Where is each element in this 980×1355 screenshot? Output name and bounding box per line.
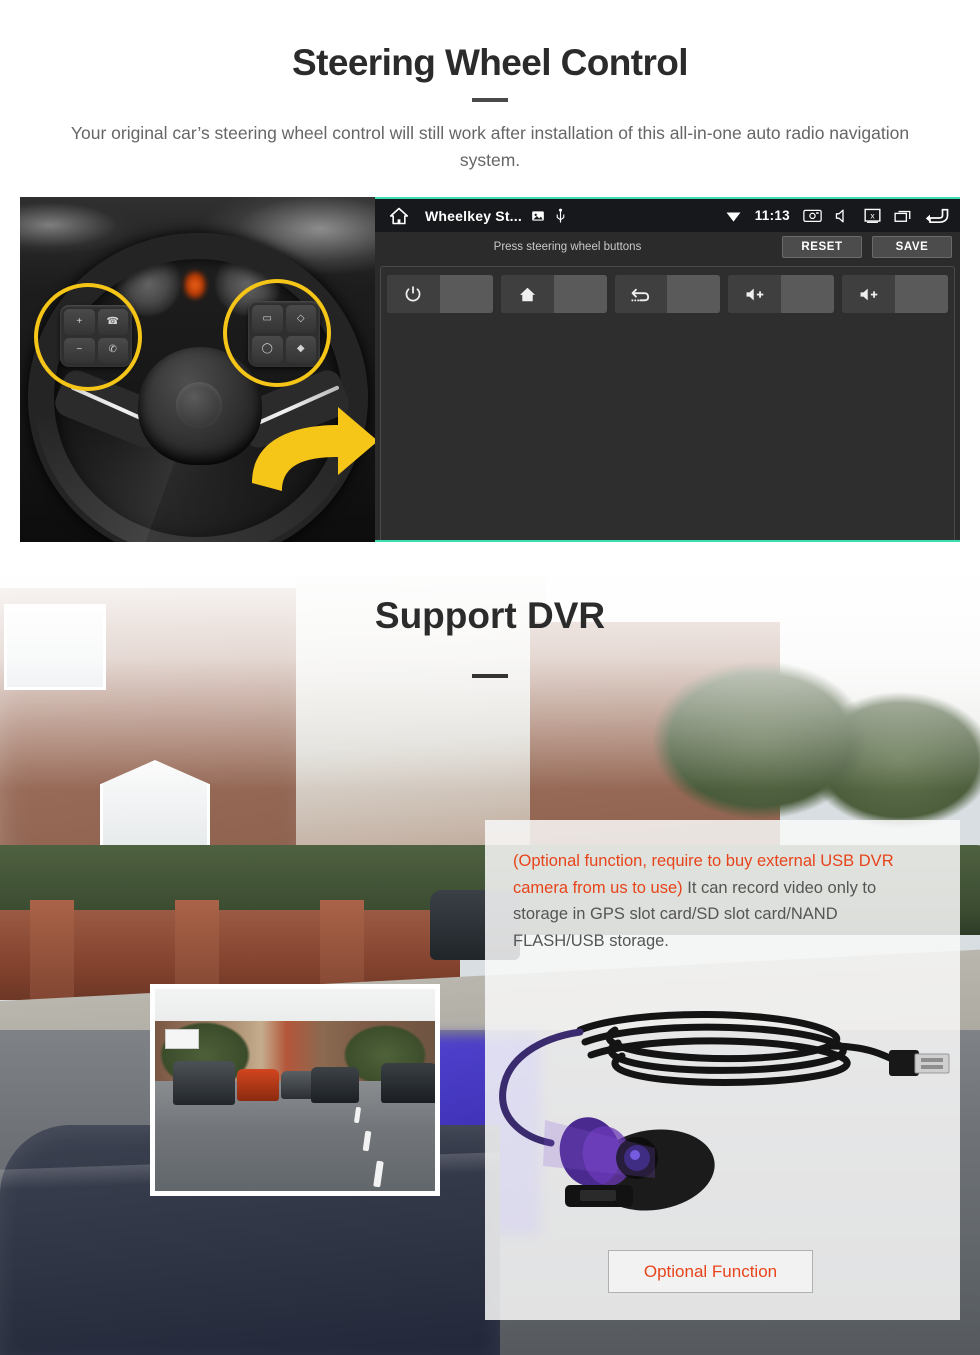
- title-underline-rule: [472, 98, 508, 102]
- inset-sign: [165, 1029, 199, 1049]
- volume-up-key-1[interactable]: [728, 275, 835, 313]
- brick-pillar: [30, 900, 74, 1010]
- usb-dvr-camera-photo: [485, 980, 960, 1235]
- save-button[interactable]: SAVE: [872, 236, 952, 258]
- action-buttons-group: RESET SAVE: [782, 236, 952, 258]
- highlight-circle-right: [223, 279, 331, 387]
- power-key[interactable]: [387, 275, 493, 313]
- back-icon[interactable]: [925, 206, 950, 225]
- inset-car-dark: [311, 1067, 359, 1103]
- mute-icon[interactable]: [835, 208, 851, 224]
- svg-text:x: x: [870, 210, 875, 220]
- android-action-bar: Press steering wheel buttons RESET SAVE: [375, 232, 960, 262]
- volume-up-key-2[interactable]: [842, 275, 948, 313]
- power-icon: [387, 275, 440, 313]
- dvr-info-panel: (Optional function, require to buy exter…: [485, 820, 960, 1320]
- android-wheelkey-study-screen: Wheelkey St... 11:13 x Press steering wh…: [375, 197, 960, 542]
- inset-car-suv: [173, 1061, 235, 1105]
- volume-up-key-1-value[interactable]: [781, 275, 835, 313]
- wheelkey-mapping-area: [380, 266, 955, 540]
- reset-button[interactable]: RESET: [782, 236, 862, 258]
- home-key[interactable]: [500, 275, 607, 313]
- yellow-arrow-icon: [252, 407, 375, 491]
- home-icon: [500, 275, 554, 313]
- home-key-value[interactable]: [553, 275, 607, 313]
- dvr-section-title: Support DVR: [374, 595, 606, 636]
- clock: 11:13: [754, 208, 790, 223]
- wifi-icon: [725, 209, 742, 223]
- android-app-title: Wheelkey St...: [425, 207, 522, 224]
- dvr-note: (Optional function, require to buy exter…: [513, 848, 932, 955]
- image-icon: [531, 209, 545, 223]
- key-mapping-row: [387, 275, 948, 313]
- inset-car-grey: [281, 1071, 315, 1099]
- power-key-value[interactable]: [439, 275, 493, 313]
- steering-wheel-control-section: Steering Wheel Control Your original car…: [0, 0, 980, 560]
- status-bar-right-group: 11:13 x: [725, 206, 950, 225]
- back-dotted-icon: [614, 275, 668, 313]
- android-status-bar: Wheelkey St... 11:13 x: [375, 199, 960, 232]
- highlight-circle-left: [34, 283, 142, 391]
- volume-up-icon: [728, 275, 782, 313]
- page-title: Steering Wheel Control: [292, 42, 688, 83]
- dashcam-preview-inset: [150, 984, 440, 1196]
- inset-car-right: [381, 1063, 435, 1103]
- screen-off-icon[interactable]: x: [864, 208, 881, 224]
- media-row: + ☎ − ✆ ▭ ◇ ◯ ◆ Wheelkey St... 11:13 x P…: [20, 197, 960, 542]
- optional-function-button[interactable]: Optional Function: [608, 1250, 813, 1293]
- volume-up-icon: [842, 275, 896, 313]
- screenshot-icon[interactable]: [803, 208, 822, 223]
- back-key-value[interactable]: [667, 275, 721, 313]
- page-subtitle: Your original car’s steering wheel contr…: [70, 123, 910, 171]
- usb-icon: [554, 208, 567, 224]
- camera-cable-illustration: [499, 1010, 950, 1211]
- steering-wheel-photo: + ☎ − ✆ ▭ ◇ ◯ ◆: [20, 197, 375, 542]
- dvr-title-underline-rule: [472, 674, 508, 678]
- volume-up-key-2-value[interactable]: [895, 275, 948, 313]
- inset-car-red: [237, 1069, 279, 1101]
- home-icon[interactable]: [389, 206, 409, 226]
- recent-apps-icon[interactable]: [894, 209, 912, 223]
- back-key[interactable]: [614, 275, 721, 313]
